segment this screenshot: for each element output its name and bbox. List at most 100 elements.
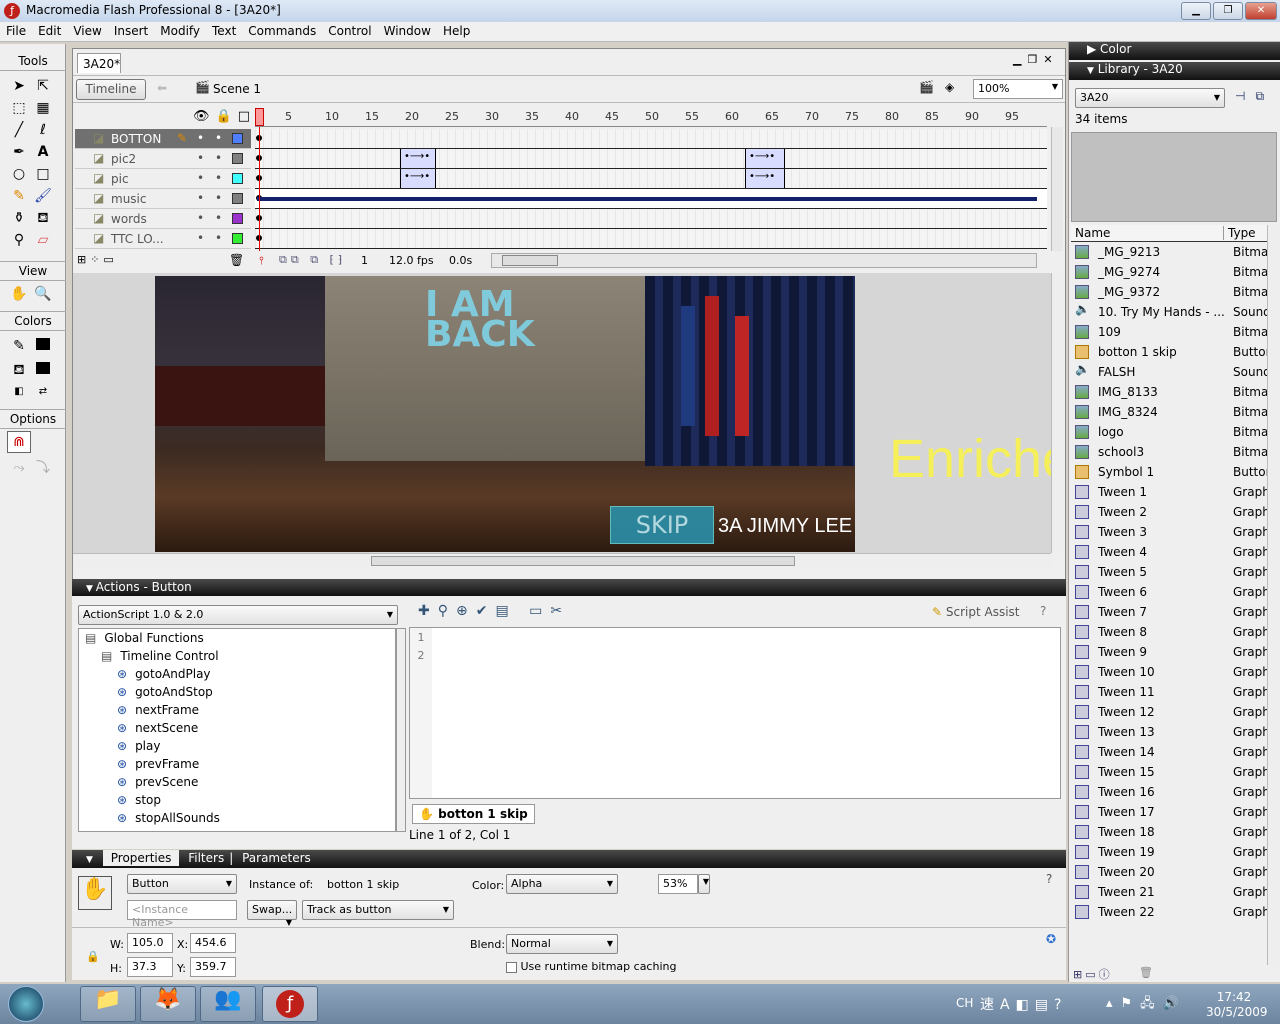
library-item[interactable]: Tween 10 Graphic — [1071, 662, 1267, 682]
script-editor[interactable]: 12 — [409, 627, 1061, 799]
bitmap-caching-checkbox[interactable]: Use runtime bitmap caching — [506, 960, 676, 973]
default-colors-icon[interactable]: ◧ — [7, 381, 31, 403]
menu-edit[interactable]: Edit — [32, 22, 67, 40]
toolbox-item[interactable]: ⊛ nextFrame — [117, 703, 395, 721]
library-item[interactable]: school3 Bitmap — [1071, 442, 1267, 462]
library-item[interactable]: Tween 1 Graphic — [1071, 482, 1267, 502]
snap-magnet-icon[interactable]: ⋒ — [7, 431, 31, 453]
blend-mode-select[interactable]: Normal — [506, 934, 618, 954]
subselect-tool-icon[interactable]: ⇱ — [31, 75, 55, 97]
library-item[interactable]: Tween 3 Graphic — [1071, 522, 1267, 542]
toolbox-item[interactable]: ⊛ stop — [117, 793, 395, 811]
color-effect-select[interactable]: Alpha — [506, 874, 618, 894]
toolbox-item[interactable]: ⊛ play — [117, 739, 395, 757]
start-button[interactable] — [8, 986, 44, 1022]
visibility-dot[interactable]: • — [197, 131, 204, 145]
library-item[interactable]: Tween 9 Graphic — [1071, 642, 1267, 662]
smooth-icon[interactable]: ⤳ — [7, 457, 31, 479]
library-item[interactable]: Tween 11 Graphic — [1071, 682, 1267, 702]
stroke-color-swatch[interactable] — [31, 333, 55, 355]
frame-track[interactable] — [255, 129, 1047, 149]
pen-tool-icon[interactable]: ✒ — [7, 141, 31, 163]
menu-commands[interactable]: Commands — [242, 22, 322, 40]
outline-color-swatch[interactable] — [232, 193, 243, 204]
layer-row[interactable]: ◪ music • • — [75, 189, 251, 209]
library-item[interactable]: logo Bitmap — [1071, 422, 1267, 442]
layer-buttons[interactable]: ⊞⁘▭ — [77, 253, 118, 266]
layer-header-icons[interactable]: 👁🔒□ — [193, 109, 256, 124]
straighten-icon[interactable]: ⤵ — [31, 457, 55, 479]
library-item[interactable]: 🔈 10. Try My Hands - ... Sound — [1071, 302, 1267, 322]
library-item[interactable]: Tween 18 Graphic — [1071, 822, 1267, 842]
zoom-select[interactable]: 100% ▼ — [973, 79, 1063, 99]
language-indicator[interactable]: CH — [956, 996, 973, 1010]
frame-rate[interactable]: 12.0 fps — [389, 254, 434, 267]
menu-insert[interactable]: Insert — [108, 22, 154, 40]
doc-window-controls[interactable]: ▁❐✕ — [1013, 53, 1059, 66]
toolbox-item[interactable]: ▤ Timeline Control — [101, 649, 395, 667]
actions-panel-header[interactable]: Actions - Button — [72, 579, 1066, 596]
visibility-dot[interactable]: • — [197, 171, 204, 185]
document-tab[interactable]: 3A20* — [77, 53, 121, 73]
library-item[interactable]: Tween 21 Graphic — [1071, 882, 1267, 902]
library-pin-icons[interactable]: ⊣⧉ — [1235, 89, 1274, 104]
timeline-v-scrollbar[interactable] — [1051, 127, 1063, 251]
symbol-type-select[interactable]: Button — [127, 874, 237, 894]
instance-name-input[interactable]: <Instance Name> — [127, 900, 237, 929]
swap-button[interactable]: Swap... — [247, 900, 297, 920]
toolbox-item[interactable]: ⊛ nextScene — [117, 721, 395, 739]
minimize-button[interactable]: ▁ — [1181, 2, 1211, 20]
width-input[interactable]: 105.0 — [127, 933, 173, 953]
lock-dot[interactable]: • — [215, 231, 222, 245]
accessibility-icon[interactable]: ✪ — [1046, 932, 1056, 946]
zoom-tool-icon[interactable]: 🔍 — [31, 283, 55, 305]
edit-symbols-icon[interactable]: ◈ — [945, 80, 954, 94]
x-input[interactable]: 454.6 — [190, 933, 236, 953]
outline-color-swatch[interactable] — [232, 133, 243, 144]
layer-row[interactable]: ◪ pic • • — [75, 169, 251, 189]
alpha-slider-button[interactable] — [698, 874, 710, 894]
lock-dot[interactable]: • — [215, 151, 222, 165]
library-item[interactable]: 🔈 FALSH Sound — [1071, 362, 1267, 382]
script-toolbar-icons[interactable]: ✚⚲⊕✔▤ ▭✂ — [418, 603, 570, 619]
toolbox-item[interactable]: ▤ Global Functions — [85, 631, 385, 649]
library-bottom-buttons[interactable]: ⊞▭ⓘ — [1073, 966, 1113, 982]
maximize-button[interactable]: ❐ — [1213, 2, 1243, 20]
library-item[interactable]: IMG_8324 Bitmap — [1071, 402, 1267, 422]
delete-layer-icon[interactable]: 🗑 — [229, 253, 244, 267]
frame-ruler[interactable]: 15101520253035404550556065707580859095 — [255, 105, 1047, 127]
library-item[interactable]: Tween 2 Graphic — [1071, 502, 1267, 522]
outline-color-swatch[interactable] — [232, 173, 243, 184]
toolbox-item[interactable]: ⊛ prevFrame — [117, 757, 395, 775]
toolbox-item[interactable]: ⊛ stopAllSounds — [117, 811, 395, 829]
menu-help[interactable]: Help — [437, 22, 476, 40]
help-icon[interactable]: ? — [1046, 872, 1052, 886]
library-item[interactable]: Tween 5 Graphic — [1071, 562, 1267, 582]
library-item[interactable]: Tween 14 Graphic — [1071, 742, 1267, 762]
taskbar-firefox[interactable]: 🦊 — [140, 986, 196, 1022]
swap-colors-icon[interactable]: ⇄ — [31, 381, 55, 403]
hand-tool-icon[interactable]: ✋ — [7, 283, 31, 305]
library-item[interactable]: Tween 15 Graphic — [1071, 762, 1267, 782]
library-document-select[interactable]: 3A20 — [1075, 88, 1225, 108]
library-item[interactable]: Tween 13 Graphic — [1071, 722, 1267, 742]
library-item[interactable]: Tween 7 Graphic — [1071, 602, 1267, 622]
fill-color-icon[interactable]: ⛾ — [7, 359, 31, 381]
menu-modify[interactable]: Modify — [154, 22, 206, 40]
paint-bucket-tool-icon[interactable]: ⛾ — [31, 207, 55, 229]
ink-bottle-tool-icon[interactable]: ⚱ — [7, 207, 31, 229]
line-tool-icon[interactable]: ╱ — [7, 119, 31, 141]
library-item[interactable]: Tween 8 Graphic — [1071, 622, 1267, 642]
lock-icon[interactable]: 🔒 — [86, 950, 100, 963]
playhead[interactable] — [255, 108, 264, 126]
taskbar-flash[interactable]: ƒ — [262, 986, 318, 1022]
visibility-dot[interactable]: • — [197, 231, 204, 245]
eyedropper-tool-icon[interactable]: ⚲ — [7, 229, 31, 251]
script-tab[interactable]: ✋ botton 1 skip — [412, 804, 535, 824]
menu-text[interactable]: Text — [206, 22, 242, 40]
script-assist-button[interactable]: ✎ Script Assist — [932, 605, 1020, 619]
lock-dot[interactable]: • — [215, 191, 222, 205]
frame-track[interactable] — [255, 229, 1047, 249]
lock-dot[interactable]: • — [215, 211, 222, 225]
layer-row[interactable]: ◪ pic2 • • — [75, 149, 251, 169]
